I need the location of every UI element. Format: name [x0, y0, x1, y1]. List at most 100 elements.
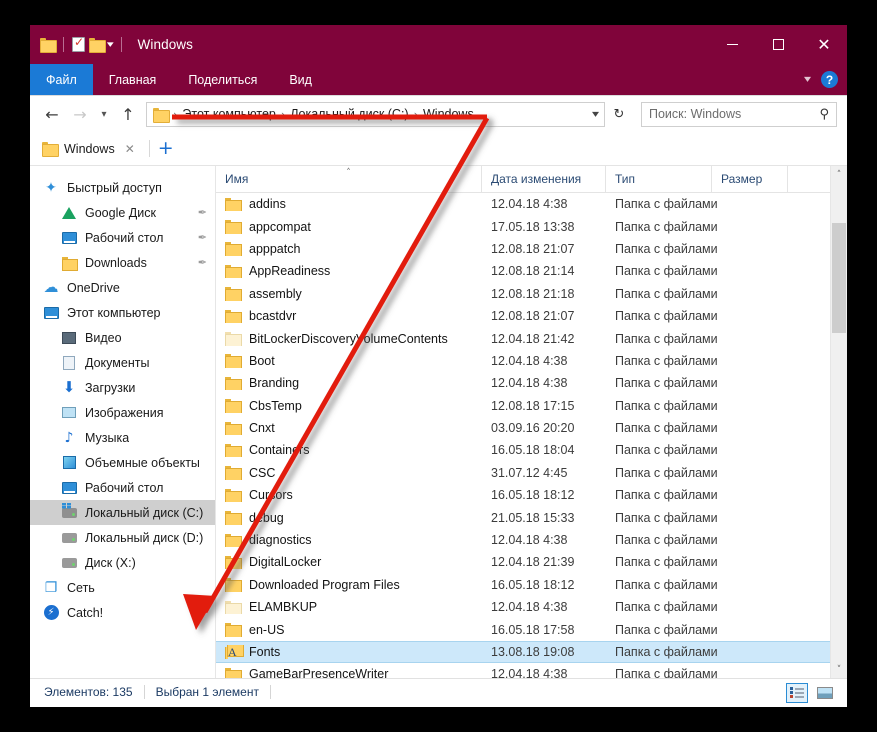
table-row[interactable]: ELAMBKUP 12.04.18 4:38 Папка с файлами — [216, 596, 830, 618]
refresh-button[interactable]: ↻ — [605, 100, 633, 128]
file-type: Папка с файлами — [615, 309, 718, 324]
sidebar-item-8[interactable]: ⬇ Загрузки — [30, 375, 215, 400]
pin-icon[interactable]: ✒ — [198, 206, 207, 219]
file-type: Папка с файлами — [615, 219, 718, 234]
tab-file[interactable]: Файл — [30, 64, 93, 95]
table-row[interactable]: Cursors 16.05.18 18:12 Папка с файлами — [216, 484, 830, 506]
sidebar-item-17[interactable]: ⚡ Catch! — [30, 600, 215, 625]
address-dropdown-chevron-down-icon[interactable]: ▾ — [592, 109, 599, 120]
breadcrumb[interactable]: › Этот компьютер › Локальный диск (C:) ›… — [146, 101, 605, 127]
minimize-button[interactable] — [709, 25, 755, 64]
large-icons-view-icon — [817, 686, 833, 699]
sidebar-item-5[interactable]: Этот компьютер — [30, 300, 215, 325]
sidebar-item-11[interactable]: Объемные объекты — [30, 450, 215, 475]
customize-chevron-icon[interactable]: ▾ — [107, 40, 114, 49]
new-folder-icon[interactable] — [89, 38, 106, 53]
table-row[interactable]: Cnxt 03.09.16 20:20 Папка с файлами — [216, 417, 830, 439]
file-name-cell: AppReadiness — [216, 264, 482, 279]
large-icons-view-button[interactable] — [814, 683, 836, 703]
sidebar-item-0[interactable]: ✦ Быстрый доступ — [30, 175, 215, 200]
maximize-button[interactable] — [755, 25, 801, 64]
sidebar-item-4[interactable]: ☁ OneDrive — [30, 275, 215, 300]
tab-share[interactable]: Поделиться — [172, 64, 273, 95]
forward-button[interactable]: → — [66, 100, 94, 128]
table-row[interactable]: bcastdvr 12.08.18 21:07 Папка с файлами — [216, 305, 830, 327]
column-header-name[interactable]: Имя ˄ — [216, 166, 482, 193]
vertical-scrollbar[interactable]: ˄ ˅ — [830, 166, 847, 678]
table-row[interactable]: BitLockerDiscoveryVolumeContents 12.04.18… — [216, 327, 830, 349]
scroll-up-button[interactable]: ˄ — [831, 166, 847, 183]
table-row[interactable]: Downloaded Program Files 16.05.18 18:12 Па… — [216, 574, 830, 596]
sidebar-item-3[interactable]: Downloads ✒ — [30, 250, 215, 275]
explorer-tab-windows[interactable]: Windows ✕ — [40, 136, 141, 162]
sidebar-item-7[interactable]: Документы — [30, 350, 215, 375]
table-row[interactable]: addins 12.04.18 4:38 Папка с файлами — [216, 193, 830, 215]
sidebar-item-1[interactable]: Google Диск ✒ — [30, 200, 215, 225]
title-bar: ▾ Windows ✕ — [30, 25, 847, 64]
pin-icon[interactable]: ✒ — [198, 256, 207, 269]
file-name: Cnxt — [249, 421, 275, 436]
tab-share-label: Поделиться — [188, 72, 258, 87]
table-row[interactable]: GameBarPresenceWriter 12.04.18 4:38 Папка … — [216, 663, 830, 678]
column-header-date[interactable]: Дата изменения — [482, 166, 606, 193]
sidebar-item-12[interactable]: Рабочий стол — [30, 475, 215, 500]
column-header-size[interactable]: Размер — [712, 166, 788, 193]
table-row[interactable]: CbsTemp 12.08.18 17:15 Папка с файлами — [216, 395, 830, 417]
file-name: Branding — [249, 376, 300, 391]
help-icon[interactable]: ? — [821, 71, 838, 88]
breadcrumb-item-windows[interactable]: Windows — [419, 107, 478, 121]
close-button[interactable]: ✕ — [801, 25, 847, 64]
up-button[interactable]: ↑ — [114, 100, 142, 128]
table-row[interactable]: diagnostics 12.04.18 4:38 Папка с файлами — [216, 529, 830, 551]
scroll-down-button[interactable]: ˅ — [831, 661, 847, 678]
folder-hidden-icon — [225, 332, 242, 346]
column-header-type[interactable]: Тип — [606, 166, 712, 193]
sidebar-item-9[interactable]: Изображения — [30, 400, 215, 425]
tab-view[interactable]: Вид — [273, 64, 328, 95]
table-row[interactable]: DigitalLocker 12.04.18 21:39 Папка с файла… — [216, 551, 830, 573]
new-tab-button[interactable]: + — [158, 139, 174, 158]
breadcrumb-item-local-disk-c[interactable]: Локальный диск (C:) — [286, 107, 412, 121]
sidebar-item-13[interactable]: Локальный диск (C:) — [30, 500, 215, 525]
table-row[interactable]: appcompat 17.05.18 13:38 Папка с файлами — [216, 215, 830, 237]
table-row[interactable]: en-US 16.05.18 17:58 Папка с файлами — [216, 618, 830, 640]
pin-icon[interactable]: ✒ — [198, 231, 207, 244]
table-row[interactable]: Branding 12.04.18 4:38 Папка с файлами — [216, 372, 830, 394]
file-name: bcastdvr — [249, 309, 297, 324]
sidebar-item-10[interactable]: ♪ Музыка — [30, 425, 215, 450]
sidebar-item-6[interactable]: Видео — [30, 325, 215, 350]
table-row[interactable]: CSC 31.07.12 4:45 Папка с файлами — [216, 462, 830, 484]
tab-home[interactable]: Главная — [93, 64, 173, 95]
file-name: Containers — [249, 443, 310, 458]
folder-icon[interactable] — [40, 38, 57, 53]
table-row[interactable]: apppatch 12.08.18 21:07 Папка с файлами — [216, 238, 830, 260]
close-icon[interactable]: ✕ — [125, 142, 135, 156]
table-row[interactable]: Containers 16.05.18 18:04 Папка с файлами — [216, 439, 830, 461]
table-row[interactable]: Boot 12.04.18 4:38 Папка с файлами — [216, 350, 830, 372]
search-input[interactable]: Поиск: Windows ⚲ — [641, 101, 837, 127]
table-row[interactable]: AppReadiness 12.08.18 21:14 Папка с файлам… — [216, 260, 830, 282]
file-name-cell: addins — [216, 197, 482, 212]
file-name-cell: Cursors — [216, 488, 482, 503]
breadcrumb-item-this-pc[interactable]: Этот компьютер — [178, 107, 279, 121]
file-type: Папка с файлами — [615, 241, 718, 256]
file-date: 17.05.18 13:38 — [491, 219, 575, 234]
table-row[interactable]: assembly 12.08.18 21:18 Папка с файлами — [216, 283, 830, 305]
file-type: Папка с файлами — [615, 622, 718, 637]
file-type: Папка с файлами — [615, 645, 718, 659]
sidebar-item-label: Google Диск — [85, 205, 156, 220]
expand-ribbon-chevron-down-icon[interactable]: ▾ — [804, 74, 811, 85]
sidebar-item-2[interactable]: Рабочий стол ✒ — [30, 225, 215, 250]
back-button[interactable]: ← — [38, 100, 66, 128]
divider — [63, 37, 64, 52]
scrollbar-track[interactable] — [831, 183, 847, 661]
table-row[interactable]: Fonts 13.08.18 19:08 Папка с файлами — [216, 640, 830, 664]
table-row[interactable]: debug 21.05.18 15:33 Папка с файлами — [216, 506, 830, 528]
sidebar-item-15[interactable]: Диск (X:) — [30, 550, 215, 575]
sidebar-item-16[interactable]: ❐ Сеть — [30, 575, 215, 600]
recent-locations-button[interactable]: ▾ — [94, 100, 114, 128]
sidebar-item-14[interactable]: Локальный диск (D:) — [30, 525, 215, 550]
details-view-button[interactable] — [786, 682, 808, 703]
scrollbar-thumb[interactable] — [832, 223, 846, 333]
properties-icon[interactable] — [72, 35, 85, 52]
